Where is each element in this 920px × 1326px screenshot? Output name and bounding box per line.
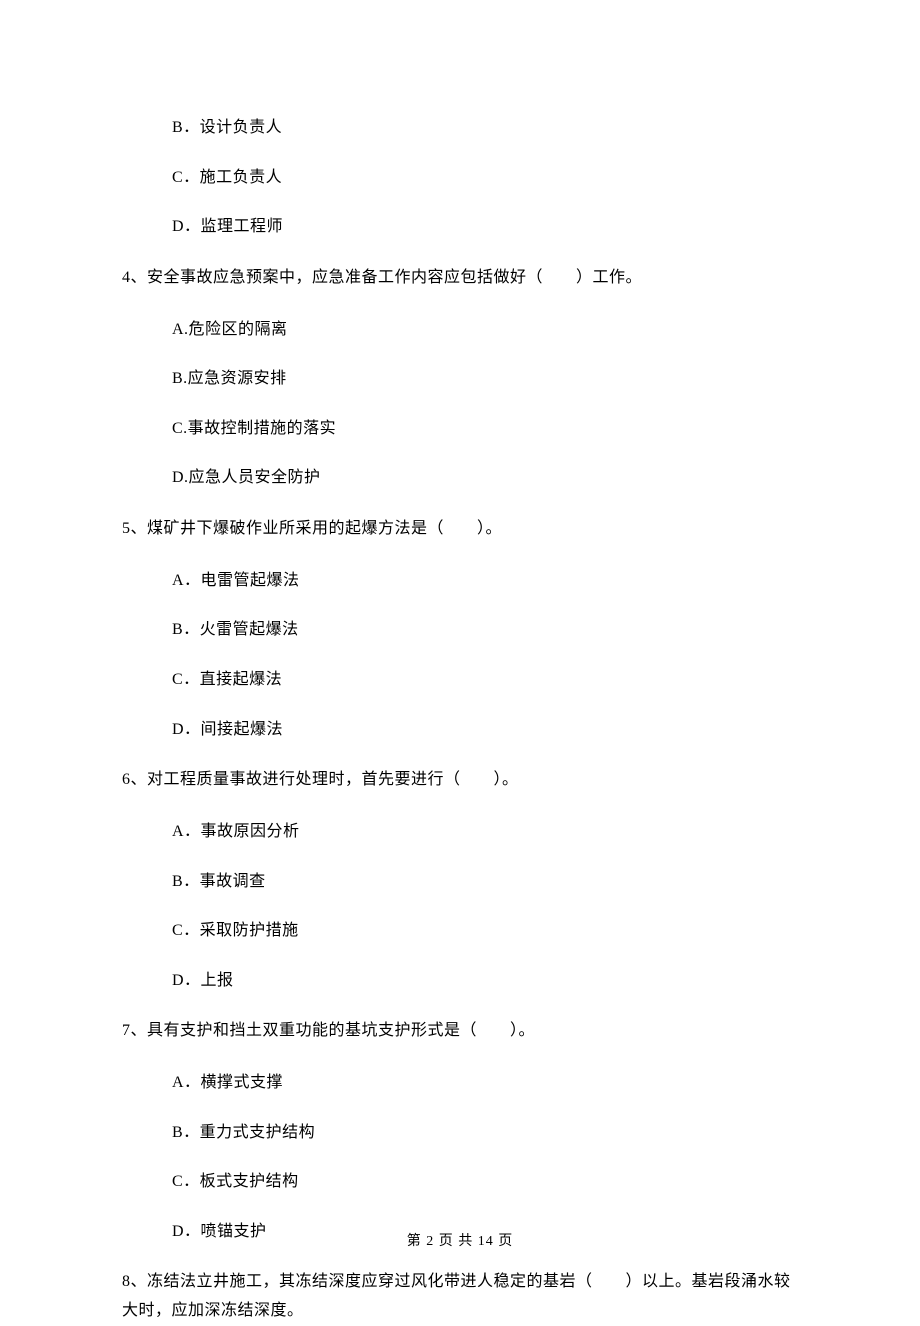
question-6-option-b: B．事故调查 [122, 869, 798, 895]
question-4-option-c: C.事故控制措施的落实 [122, 416, 798, 442]
question-7-option-b: B．重力式支护结构 [122, 1120, 798, 1146]
question-5-option-c: C．直接起爆法 [122, 667, 798, 693]
question-5-option-a: A．电雷管起爆法 [122, 568, 798, 594]
question-5-stem: 5、煤矿井下爆破作业所采用的起爆方法是（ ）。 [122, 515, 798, 544]
question-6-option-c: C．采取防护措施 [122, 918, 798, 944]
question-6-option-a: A．事故原因分析 [122, 819, 798, 845]
prev-question-option: D．监理工程师 [122, 214, 798, 240]
page-footer: 第 2 页 共 14 页 [0, 1230, 920, 1250]
question-4-option-a: A.危险区的隔离 [122, 317, 798, 343]
question-7-stem: 7、具有支护和挡土双重功能的基坑支护形式是（ ）。 [122, 1017, 798, 1046]
question-6-option-d: D．上报 [122, 968, 798, 994]
question-8-stem: 8、冻结法立井施工，其冻结深度应穿过风化带进人稳定的基岩（ ）以上。基岩段涌水较… [122, 1268, 798, 1326]
question-7-option-c: C．板式支护结构 [122, 1169, 798, 1195]
prev-question-option: B．设计负责人 [122, 115, 798, 141]
question-6-stem: 6、对工程质量事故进行处理时，首先要进行（ ）。 [122, 766, 798, 795]
page-content: B．设计负责人 C．施工负责人 D．监理工程师 4、安全事故应急预案中，应急准备… [0, 0, 920, 1326]
question-5-option-d: D．间接起爆法 [122, 717, 798, 743]
question-5-option-b: B．火雷管起爆法 [122, 617, 798, 643]
question-4-option-b: B.应急资源安排 [122, 366, 798, 392]
question-7-option-a: A．横撑式支撑 [122, 1070, 798, 1096]
prev-question-option: C．施工负责人 [122, 165, 798, 191]
question-4-option-d: D.应急人员安全防护 [122, 465, 798, 491]
question-4-stem: 4、安全事故应急预案中，应急准备工作内容应包括做好（ ）工作。 [122, 264, 798, 293]
